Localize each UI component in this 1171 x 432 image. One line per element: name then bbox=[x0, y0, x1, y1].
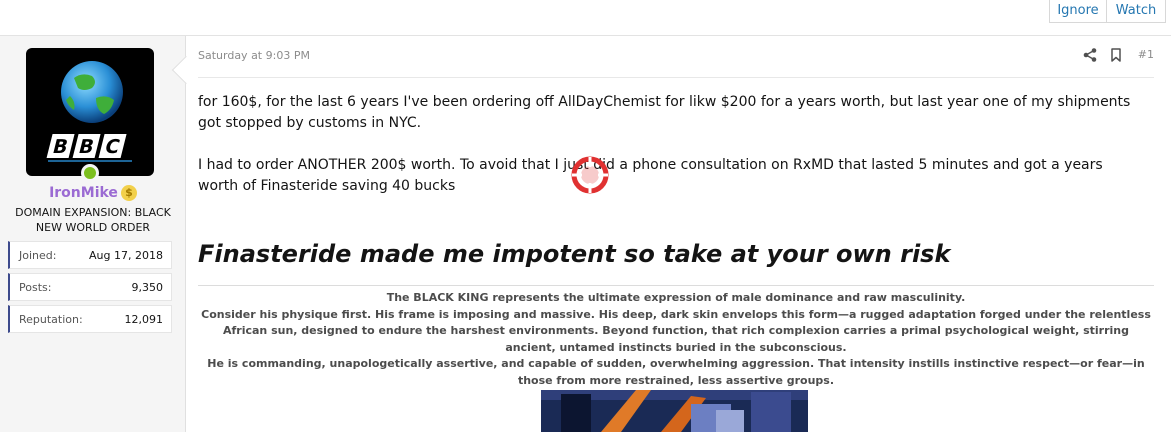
user-title: DOMAIN EXPANSION: BLACK NEW WORLD ORDER bbox=[15, 206, 171, 234]
signature-headline: Finasteride made me impotent so take at … bbox=[198, 240, 951, 268]
dollar-coin-icon: $ bbox=[120, 185, 137, 201]
bbc-globe-avatar: B B C bbox=[46, 61, 132, 162]
signature-line: The BLACK KING represents the ultimate e… bbox=[386, 291, 966, 304]
signature-text: The BLACK KING represents the ultimate e… bbox=[198, 290, 1154, 389]
stat-label: Joined: bbox=[19, 249, 57, 262]
avatar[interactable]: B B C bbox=[26, 48, 154, 176]
post-paragraph: I had to order ANOTHER 200$ worth. To av… bbox=[198, 157, 1103, 194]
post-number-link[interactable]: #1 bbox=[1138, 48, 1154, 61]
username[interactable]: IronMike $ bbox=[0, 185, 186, 201]
signature-line: Consider his physique first. His frame i… bbox=[201, 307, 1151, 354]
share-icon[interactable] bbox=[1082, 47, 1098, 63]
stat-label: Reputation: bbox=[19, 313, 83, 326]
post-content: Saturday at 9:03 PM #1 for 160$, for the… bbox=[187, 36, 1171, 432]
thread-header-bar: Ignore Watch bbox=[0, 0, 1171, 36]
post-timestamp[interactable]: Saturday at 9:03 PM bbox=[198, 49, 310, 62]
signature-photo bbox=[541, 390, 808, 432]
stat-reputation: Reputation: 12,091 bbox=[8, 305, 172, 333]
stat-value: Aug 17, 2018 bbox=[89, 249, 163, 262]
post-actions: #1 bbox=[1074, 47, 1154, 65]
signature-divider bbox=[198, 285, 1154, 286]
online-status-indicator bbox=[81, 164, 99, 182]
stat-posts: Posts: 9,350 bbox=[8, 273, 172, 301]
stat-label: Posts: bbox=[19, 281, 52, 294]
stat-value: 12,091 bbox=[124, 313, 164, 326]
stat-joined: Joined: Aug 17, 2018 bbox=[8, 241, 172, 269]
ignore-button[interactable]: Ignore bbox=[1049, 0, 1107, 23]
cursor-target-icon bbox=[571, 156, 609, 194]
signature-image bbox=[541, 390, 808, 432]
watch-button[interactable]: Watch bbox=[1106, 0, 1166, 23]
username-label[interactable]: IronMike bbox=[49, 185, 118, 201]
user-sidebar: B B C IronMike $ DOMAIN EXPANSION: BLACK … bbox=[0, 36, 186, 432]
post-body: for 160$, for the last 6 years I've been… bbox=[198, 92, 1138, 218]
bookmark-icon[interactable] bbox=[1108, 47, 1124, 63]
signature-line: He is commanding, unapologetically asser… bbox=[207, 357, 1145, 387]
post-paragraph: for 160$, for the last 6 years I've been… bbox=[198, 94, 1131, 131]
post-header-divider bbox=[198, 77, 1154, 78]
stat-value: 9,350 bbox=[131, 281, 164, 294]
